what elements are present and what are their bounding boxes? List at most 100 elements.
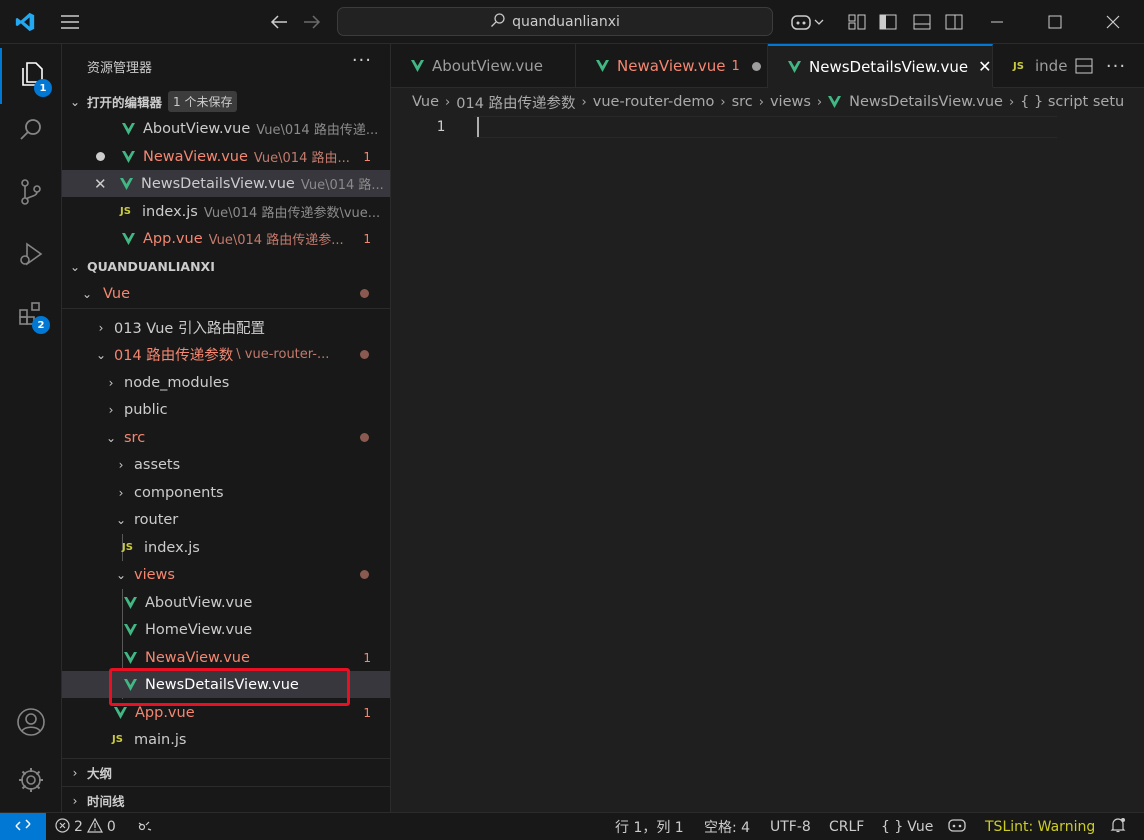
open-editor-item-active[interactable]: ✕ NewsDetailsView.vue Vue\014 路... [62,170,390,197]
folder-public[interactable]: › public [62,396,390,423]
problems-indicator[interactable]: 2 0 [55,813,116,840]
folder-components[interactable]: › components [62,479,390,506]
tab-newsdetailsview[interactable]: NewsDetailsView.vue ✕ [768,44,993,88]
toggle-sidebar-icon[interactable] [876,0,900,44]
vue-file-icon [124,596,137,609]
modified-dot [360,433,369,442]
close-icon[interactable]: ✕ [94,175,108,193]
code-editor[interactable]: 1 [391,116,1144,812]
search-activity[interactable] [0,104,62,160]
forward-arrow-icon[interactable] [299,0,325,44]
file-newsdetailsview[interactable]: NewsDetailsView.vue [62,671,390,698]
vue-file-icon [124,623,137,636]
chevron-down-icon: ⌄ [69,94,81,109]
file-app-vue[interactable]: App.vue 1 [62,699,390,726]
tab-index-js[interactable]: JS inde [993,44,1073,88]
open-editor-item[interactable]: App.vue Vue\014 路由传递参... 1 [62,225,390,252]
search-icon [17,116,45,148]
modified-dot [360,350,369,359]
folder-views[interactable]: ⌄ views [62,561,390,588]
editor-tabs: AboutView.vue NewaView.vue 1 NewsDetails… [391,44,1144,88]
chevron-right-icon: › [72,765,78,780]
open-editor-item[interactable]: AboutView.vue Vue\014 路由传递... [62,115,390,142]
unsaved-dot-icon[interactable] [96,152,105,161]
breadcrumb: Vue › 014 路由传递参数 › vue-router-demo › src… [412,88,1144,116]
timeline-header[interactable]: › 时间线 [62,787,390,812]
breadcrumb-item[interactable]: src [732,94,753,110]
close-window-icon[interactable] [1102,0,1124,44]
folder-node-modules[interactable]: › node_modules [62,369,390,396]
line-endings[interactable]: CRLF [829,813,864,840]
cursor-position[interactable]: 行 1，列 1 [615,813,684,840]
breadcrumb-item[interactable]: views [770,94,811,110]
breadcrumb-item[interactable]: Vue [412,94,439,110]
folder-router[interactable]: ⌄ router [62,506,390,533]
tslint-status[interactable]: TSLint: Warning [985,813,1095,840]
open-editor-item[interactable]: JS index.js Vue\014 路由传递参数\vue... [62,198,390,225]
breadcrumb-item[interactable]: 014 路由传递参数 [456,92,575,113]
split-editor-icon[interactable] [1073,44,1095,88]
file-aboutview[interactable]: AboutView.vue [62,589,390,616]
layout-custom-icon[interactable] [845,0,869,44]
accounts-activity[interactable] [0,696,62,752]
file-main-js[interactable]: JS main.js [62,726,390,753]
encoding[interactable]: UTF-8 [770,813,811,840]
vue-file-icon [596,60,609,72]
toggle-secondary-sidebar-icon[interactable] [942,0,966,44]
remote-indicator[interactable] [0,813,46,840]
vue-file-icon [124,678,137,691]
breadcrumb-item[interactable]: { } script setu [1020,94,1124,110]
toggle-panel-icon[interactable] [910,0,934,44]
minimize-icon[interactable] [986,0,1008,44]
tab-newaview[interactable]: NewaView.vue 1 [576,44,768,88]
chevron-right-icon: › [118,485,124,500]
file-newaview[interactable]: NewaView.vue 1 [62,644,390,671]
run-debug-activity[interactable] [0,228,62,284]
indentation[interactable]: 空格: 4 [704,813,750,840]
unsaved-dot-icon[interactable] [751,61,761,71]
file-router-index-js[interactable]: JS index.js [62,534,390,561]
language-mode[interactable]: { } Vue [881,813,933,840]
braces-icon: { } [881,819,904,835]
workspace-header[interactable]: ⌄ QUANDUANLIANXI [62,253,390,280]
extensions-activity[interactable]: 2 [0,288,62,344]
chevron-right-icon: › [816,94,823,110]
notifications-bell[interactable] [1110,813,1126,840]
folder-014[interactable]: ⌄ 014 路由传递参数 \ vue-router-... [62,341,390,368]
more-actions-icon[interactable]: ··· [1103,44,1129,88]
command-center-search[interactable]: quanduanlianxi [337,7,773,36]
maximize-icon[interactable] [1044,0,1066,44]
outline-header[interactable]: › 大纲 [62,759,390,786]
folder-013[interactable]: › 013 Vue 引入路由配置 [62,314,390,341]
chevron-right-icon: › [758,94,764,110]
folder-assets[interactable]: › assets [62,451,390,478]
manage-activity[interactable] [0,754,62,810]
open-editor-item[interactable]: NewaView.vue Vue\014 路由... 1 [62,143,390,170]
line-number: 1 [436,119,445,135]
open-editors-header[interactable]: ⌄ 打开的编辑器 1 个未保存 [62,88,390,115]
modified-dot [360,289,369,298]
copilot-icon [947,817,967,837]
more-actions-icon[interactable]: ··· [352,50,372,71]
vue-file-icon [122,232,135,245]
breadcrumb-item[interactable]: vue-router-demo [593,94,715,110]
tab-aboutview[interactable]: AboutView.vue [391,44,576,88]
status-bar: 2 0 行 1，列 1 空格: 4 UTF-8 CRLF { } Vue TSL… [0,812,1144,840]
chevron-down-icon: ⌄ [115,512,127,527]
explorer-activity[interactable]: 1 [0,48,62,104]
text-cursor [477,117,479,137]
folder-src[interactable]: ⌄ src [62,424,390,451]
chevron-down-icon: ⌄ [95,347,107,362]
back-arrow-icon[interactable] [266,0,292,44]
js-file-icon: JS [122,542,133,553]
folder-vue[interactable]: ⌄ Vue [62,280,390,307]
breadcrumb-item[interactable]: NewsDetailsView.vue [849,94,1003,110]
copilot-status[interactable] [947,813,967,840]
ports-indicator[interactable] [136,813,154,840]
chevron-right-icon: › [108,402,114,417]
file-homeview[interactable]: HomeView.vue [62,616,390,643]
close-icon[interactable]: ✕ [978,57,991,76]
source-control-activity[interactable] [0,166,62,222]
menu-icon[interactable] [56,0,84,44]
copilot-icon[interactable] [788,0,828,44]
